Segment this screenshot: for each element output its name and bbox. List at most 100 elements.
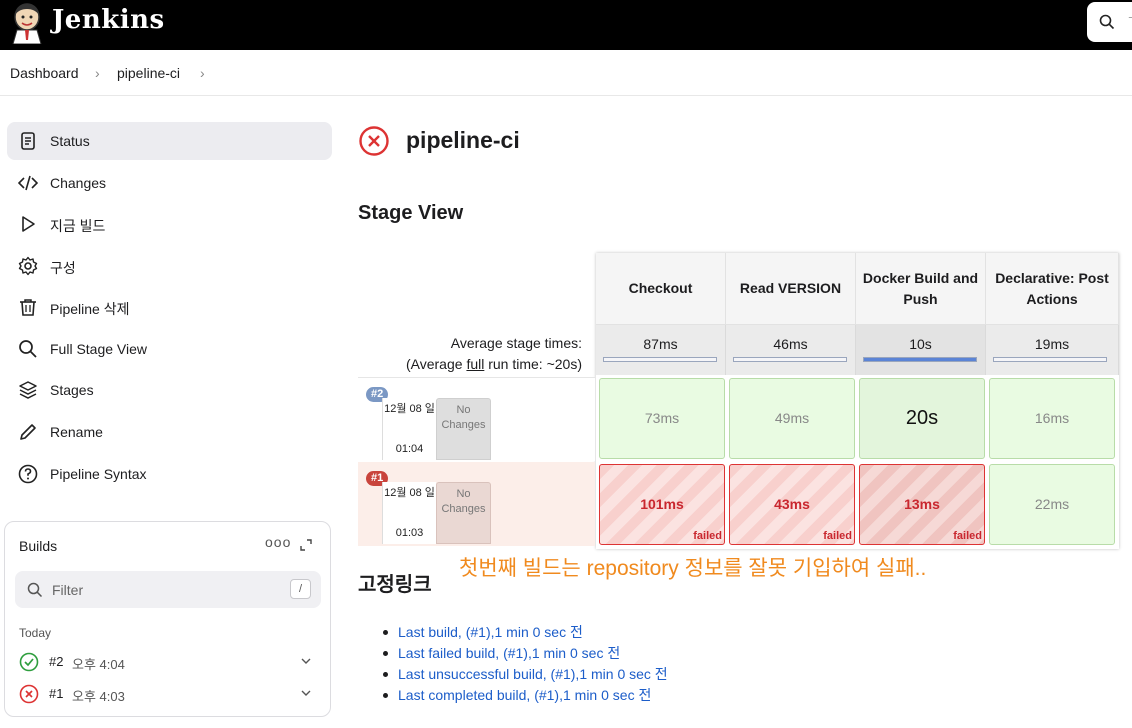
stage-cell-time: 43ms: [774, 496, 810, 512]
run-date: 12월 08 일 01:03: [382, 482, 436, 544]
stage-cell[interactable]: 73ms: [599, 378, 725, 459]
stage-header: Declarative: Post Actions: [986, 253, 1119, 325]
permalink-last-failed-build[interactable]: Last failed build, (#1),1 min 0 sec 전: [383, 644, 668, 665]
chevron-down-icon[interactable]: [300, 655, 312, 667]
search-icon: [19, 340, 37, 358]
stage-cell-failed[interactable]: 101ms failed: [599, 464, 725, 545]
stage-average-fill: [864, 358, 976, 361]
sidebar-item-status[interactable]: Status: [7, 122, 332, 160]
stage-cell[interactable]: 22ms: [989, 464, 1115, 545]
build-list-item[interactable]: #2 오후 4:04: [5, 649, 330, 675]
more-options-icon[interactable]: ooo: [265, 534, 291, 550]
stage-cell[interactable]: 49ms: [729, 378, 855, 459]
run-date-text: 12월 08 일: [384, 487, 435, 499]
build-number: #2: [49, 654, 64, 669]
stage-average-bar: [863, 357, 977, 362]
search-placeholder: ᄀ: [1127, 13, 1132, 30]
build-time: 오후 4:04: [72, 657, 125, 672]
gear-icon: [18, 256, 38, 276]
failed-label: failed: [823, 530, 852, 542]
run-row: #1 12월 08 일 01:03 No Changes: [358, 462, 595, 546]
sidebar-item-label: Pipeline Syntax: [50, 466, 147, 482]
permalink-last-build[interactable]: Last build, (#1),1 min 0 sec 전: [383, 623, 668, 644]
stage-average: 46ms: [726, 325, 856, 375]
build-list-item[interactable]: #1 오후 4:03: [5, 681, 330, 707]
sidebar-item-delete-pipeline[interactable]: Pipeline 삭제: [7, 288, 332, 326]
avg-label-line1: Average stage times:: [450, 335, 582, 351]
sidebar-item-full-stage-view[interactable]: Full Stage View: [7, 330, 332, 368]
failed-label: failed: [953, 530, 982, 542]
trash-icon: [20, 299, 36, 316]
play-icon: [22, 216, 35, 232]
success-check-icon: [19, 652, 39, 672]
avg-label-suffix: run time: ~20s): [484, 356, 582, 372]
stage-header: Docker Build and Push: [856, 253, 986, 325]
stage-cell-failed[interactable]: 13ms failed: [859, 464, 985, 545]
sidebar-item-build-now[interactable]: 지금 빌드: [7, 205, 332, 243]
sidebar-item-stages[interactable]: Stages: [7, 371, 332, 409]
filter-shortcut-key: /: [290, 579, 311, 599]
stage-cell[interactable]: 20s: [859, 378, 985, 459]
sidebar-item-rename[interactable]: Rename: [7, 413, 332, 451]
average-stage-times-label: Average stage times: (Average full run t…: [380, 333, 582, 375]
sidebar-item-label: Status: [50, 133, 90, 149]
stage-cell-time: 13ms: [904, 496, 940, 512]
failed-label: failed: [693, 530, 722, 542]
pencil-icon: [20, 424, 36, 440]
search-icon: [1099, 14, 1115, 30]
permalink-last-unsuccessful-build[interactable]: Last unsuccessful build, (#1),1 min 0 se…: [383, 665, 668, 686]
avg-label-prefix: (Average: [405, 356, 467, 372]
permalink-last-completed-build[interactable]: Last completed build, (#1),1 min 0 sec 전: [383, 686, 668, 707]
sidebar-item-label: Changes: [50, 175, 107, 191]
layers-icon: [19, 381, 37, 399]
filter-placeholder: Filter: [52, 582, 84, 598]
builds-group-label: Today: [19, 626, 52, 640]
breadcrumb-dashboard[interactable]: Dashboard: [10, 65, 79, 81]
breadcrumb-chevron-icon[interactable]: ›: [200, 65, 205, 81]
stage-cell-failed[interactable]: 43ms failed: [729, 464, 855, 545]
app-brand[interactable]: Jenkins: [52, 5, 165, 35]
stage-header: Read VERSION: [726, 253, 856, 325]
run-row: #2 12월 08 일 01:04 No Changes: [358, 377, 595, 461]
jenkins-logo-icon[interactable]: [10, 2, 44, 45]
help-icon: [18, 464, 38, 484]
run-time: 01:04: [395, 443, 424, 455]
breadcrumb-pipeline-ci[interactable]: pipeline-ci: [117, 65, 180, 81]
stage-cell-time: 101ms: [640, 496, 684, 512]
run-changes[interactable]: No Changes: [436, 482, 491, 544]
stage-average-time: 46ms: [773, 336, 808, 352]
builds-title: Builds: [19, 538, 58, 554]
stage-average-time: 87ms: [643, 336, 678, 352]
permalinks-list: Last build, (#1),1 min 0 sec 전 Last fail…: [383, 623, 668, 707]
stage-average-bar: [603, 357, 717, 362]
chevron-down-icon[interactable]: [300, 687, 312, 699]
run-date: 12월 08 일 01:04: [382, 398, 436, 460]
run-time: 01:03: [395, 527, 424, 539]
build-number: #1: [49, 686, 64, 701]
stage-average-bar: [733, 357, 847, 362]
code-icon: [18, 175, 38, 191]
sidebar-item-configure[interactable]: 구성: [7, 247, 332, 285]
stage-view-table: Checkout Read VERSION Docker Build and P…: [596, 253, 1119, 549]
global-search[interactable]: ᄀ: [1087, 2, 1132, 42]
stage-average-bar: [993, 357, 1107, 362]
stage-average-time: 10s: [909, 336, 932, 352]
stage-average-time: 19ms: [1034, 336, 1070, 352]
expand-icon[interactable]: [299, 538, 313, 552]
page-title: pipeline-ci: [406, 127, 520, 153]
sidebar-item-label: Rename: [50, 424, 103, 440]
stage-average: 10s: [856, 325, 986, 375]
stage-cell[interactable]: 16ms: [989, 378, 1115, 459]
search-icon: [27, 582, 43, 598]
stage-view-heading: Stage View: [358, 202, 464, 224]
sidebar-item-changes[interactable]: Changes: [7, 164, 332, 202]
stage-average: 19ms: [986, 325, 1119, 375]
stage-header: Checkout: [596, 253, 726, 325]
builds-filter-input[interactable]: Filter /: [15, 571, 321, 608]
sidebar-item-label: Pipeline 삭제: [50, 301, 130, 317]
full-run-link[interactable]: full: [466, 356, 484, 372]
run-changes[interactable]: No Changes: [436, 398, 491, 460]
annotation-note: 첫번째 빌드는 repository 정보를 잘못 기입하여 실패..: [459, 557, 927, 580]
run-date-text: 12월 08 일: [384, 403, 435, 415]
sidebar-item-pipeline-syntax[interactable]: Pipeline Syntax: [7, 455, 332, 493]
